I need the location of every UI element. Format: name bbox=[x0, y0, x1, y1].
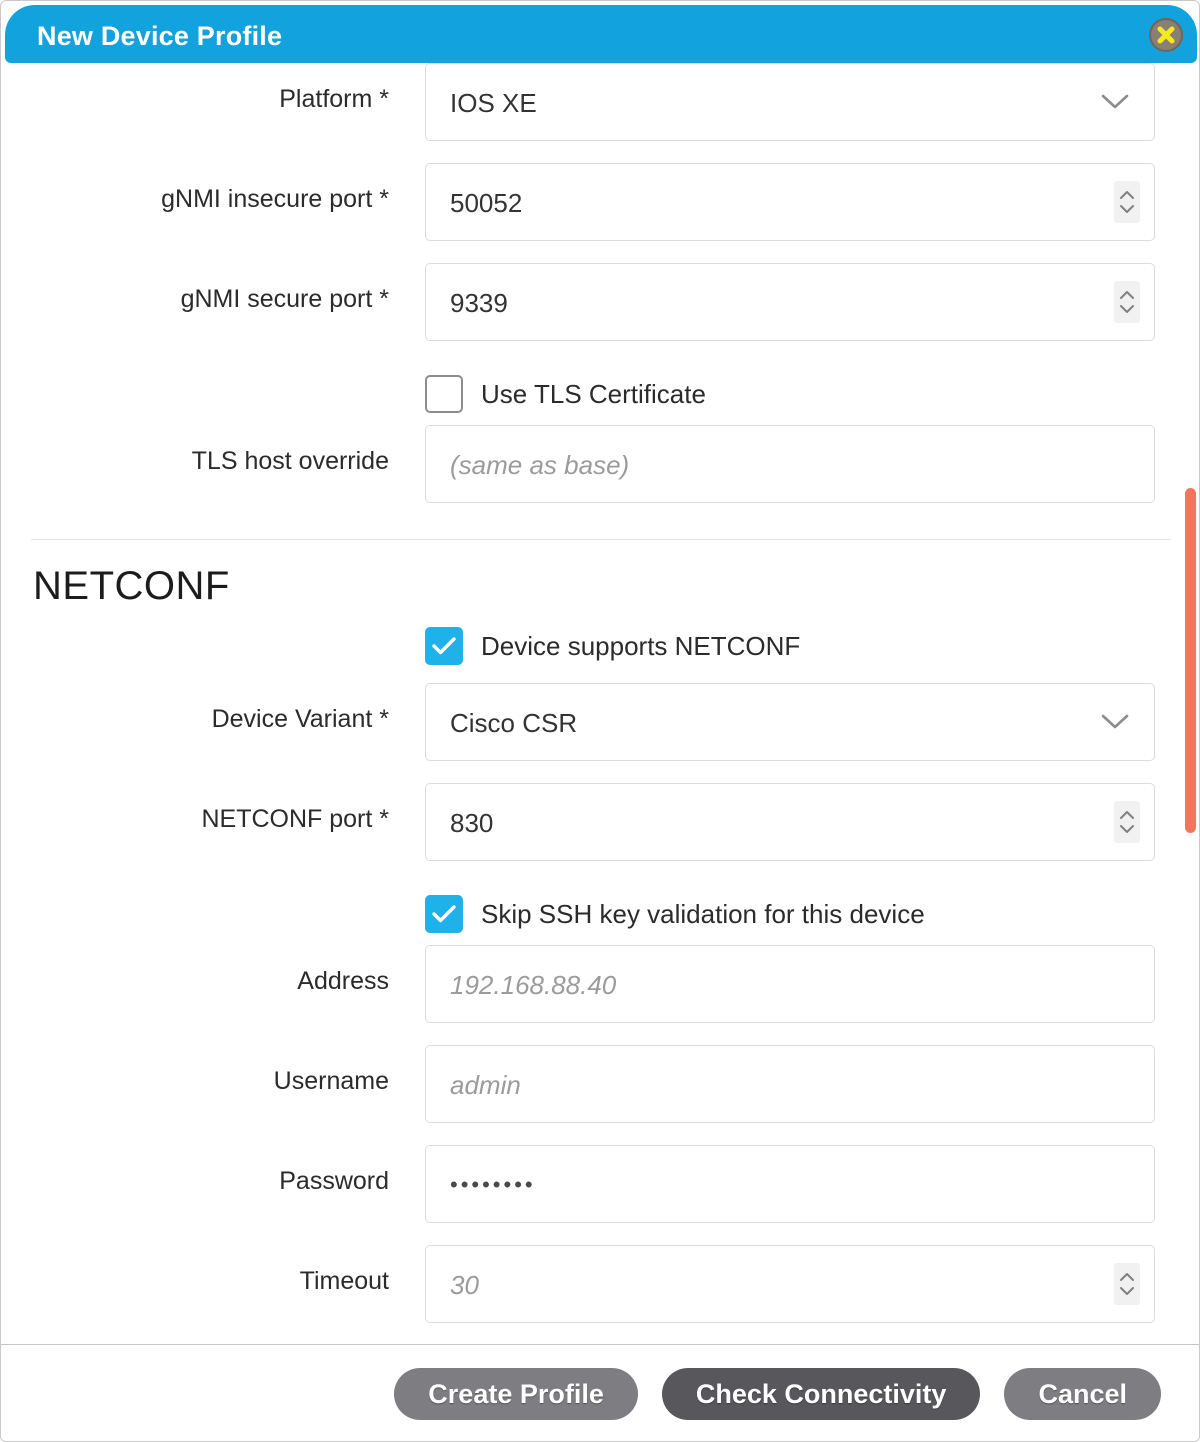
gnmi-secure-port-value: 9339 bbox=[450, 264, 508, 342]
username-placeholder: admin bbox=[450, 1046, 521, 1124]
password-value: •••••••• bbox=[450, 1146, 536, 1224]
username-control: admin bbox=[425, 1045, 1155, 1123]
username-input[interactable]: admin bbox=[425, 1045, 1155, 1123]
netconf-port-control: 830 bbox=[425, 783, 1155, 861]
tls-host-override-control: (same as base) bbox=[425, 425, 1155, 503]
dialog-title: New Device Profile bbox=[37, 21, 282, 52]
form-row-address: Address 192.168.88.40 bbox=[1, 945, 1200, 1045]
form-row-timeout: Timeout 30 bbox=[1, 1245, 1200, 1345]
gnmi-insecure-port-label: gNMI insecure port * bbox=[1, 163, 389, 212]
use-tls-certificate-checkbox-group[interactable]: Use TLS Certificate bbox=[425, 375, 706, 413]
form-row-gnmi-insecure-port: gNMI insecure port * 50052 bbox=[1, 163, 1200, 263]
form-row-device-supports-netconf: Device supports NETCONF bbox=[1, 609, 1200, 683]
password-control: •••••••• bbox=[425, 1145, 1155, 1223]
form-row-username: Username admin bbox=[1, 1045, 1200, 1145]
address-placeholder: 192.168.88.40 bbox=[450, 946, 616, 1024]
form-row-tls-host-override: TLS host override (same as base) bbox=[1, 425, 1200, 525]
create-profile-button[interactable]: Create Profile bbox=[394, 1368, 638, 1420]
timeout-placeholder: 30 bbox=[450, 1246, 479, 1324]
gnmi-insecure-port-control: 50052 bbox=[425, 163, 1155, 241]
address-label: Address bbox=[1, 945, 389, 994]
platform-control: IOS XE bbox=[425, 63, 1155, 141]
timeout-control: 30 bbox=[425, 1245, 1155, 1323]
check-connectivity-button[interactable]: Check Connectivity bbox=[662, 1368, 981, 1420]
form-row-use-tls-certificate: Use TLS Certificate bbox=[1, 363, 1200, 425]
form-row-netconf-port: NETCONF port * 830 bbox=[1, 783, 1200, 883]
netconf-section-title: NETCONF bbox=[1, 540, 1200, 609]
use-tls-certificate-label: Use TLS Certificate bbox=[481, 379, 706, 410]
platform-select[interactable]: IOS XE bbox=[425, 63, 1155, 141]
dialog-footer: Create Profile Check Connectivity Cancel bbox=[1, 1345, 1200, 1442]
netconf-port-value: 830 bbox=[450, 784, 493, 862]
skip-ssh-key-validation-label: Skip SSH key validation for this device bbox=[481, 899, 925, 930]
tls-host-override-input[interactable]: (same as base) bbox=[425, 425, 1155, 503]
use-tls-certificate-checkbox[interactable] bbox=[425, 375, 463, 413]
gnmi-insecure-port-input[interactable]: 50052 bbox=[425, 163, 1155, 241]
form-row-platform: Platform * IOS XE bbox=[1, 63, 1200, 163]
form-row-password: Password •••••••• bbox=[1, 1145, 1200, 1245]
netconf-port-label: NETCONF port * bbox=[1, 783, 389, 832]
platform-value: IOS XE bbox=[450, 64, 537, 142]
spinner-icon[interactable] bbox=[1114, 281, 1140, 323]
dialog-titlebar: New Device Profile bbox=[5, 5, 1197, 63]
device-supports-netconf-checkbox[interactable] bbox=[425, 627, 463, 665]
device-variant-select[interactable]: Cisco CSR bbox=[425, 683, 1155, 761]
password-label: Password bbox=[1, 1145, 389, 1194]
device-supports-netconf-label: Device supports NETCONF bbox=[481, 631, 800, 662]
username-label: Username bbox=[1, 1045, 389, 1094]
timeout-input[interactable]: 30 bbox=[425, 1245, 1155, 1323]
spinner-icon[interactable] bbox=[1114, 801, 1140, 843]
spinner-icon[interactable] bbox=[1114, 181, 1140, 223]
form-row-gnmi-secure-port: gNMI secure port * 9339 bbox=[1, 263, 1200, 363]
netconf-port-input[interactable]: 830 bbox=[425, 783, 1155, 861]
dialog-body: Platform * IOS XE gNMI insecure port * 5… bbox=[1, 63, 1200, 1344]
gnmi-secure-port-control: 9339 bbox=[425, 263, 1155, 341]
device-variant-control: Cisco CSR bbox=[425, 683, 1155, 761]
scrollbar-thumb[interactable] bbox=[1185, 488, 1196, 833]
chevron-down-icon bbox=[1100, 93, 1130, 111]
form-row-skip-ssh-key-validation: Skip SSH key validation for this device bbox=[1, 883, 1200, 945]
close-icon[interactable] bbox=[1149, 18, 1183, 52]
tls-host-override-label: TLS host override bbox=[1, 425, 389, 474]
skip-ssh-key-validation-checkbox[interactable] bbox=[425, 895, 463, 933]
address-input[interactable]: 192.168.88.40 bbox=[425, 945, 1155, 1023]
platform-label: Platform * bbox=[1, 63, 389, 112]
timeout-label: Timeout bbox=[1, 1245, 389, 1294]
gnmi-insecure-port-value: 50052 bbox=[450, 164, 522, 242]
skip-ssh-key-validation-checkbox-group[interactable]: Skip SSH key validation for this device bbox=[425, 895, 925, 933]
tls-host-override-placeholder: (same as base) bbox=[450, 426, 629, 504]
device-supports-netconf-checkbox-group[interactable]: Device supports NETCONF bbox=[425, 627, 800, 665]
form-row-device-variant: Device Variant * Cisco CSR bbox=[1, 683, 1200, 783]
password-input[interactable]: •••••••• bbox=[425, 1145, 1155, 1223]
gnmi-secure-port-input[interactable]: 9339 bbox=[425, 263, 1155, 341]
spinner-icon[interactable] bbox=[1114, 1263, 1140, 1305]
address-control: 192.168.88.40 bbox=[425, 945, 1155, 1023]
device-variant-label: Device Variant * bbox=[1, 683, 389, 732]
device-variant-value: Cisco CSR bbox=[450, 684, 577, 762]
chevron-down-icon bbox=[1100, 713, 1130, 731]
cancel-button[interactable]: Cancel bbox=[1004, 1368, 1161, 1420]
gnmi-secure-port-label: gNMI secure port * bbox=[1, 263, 389, 312]
new-device-profile-dialog: New Device Profile Platform * IOS XE bbox=[0, 0, 1200, 1442]
